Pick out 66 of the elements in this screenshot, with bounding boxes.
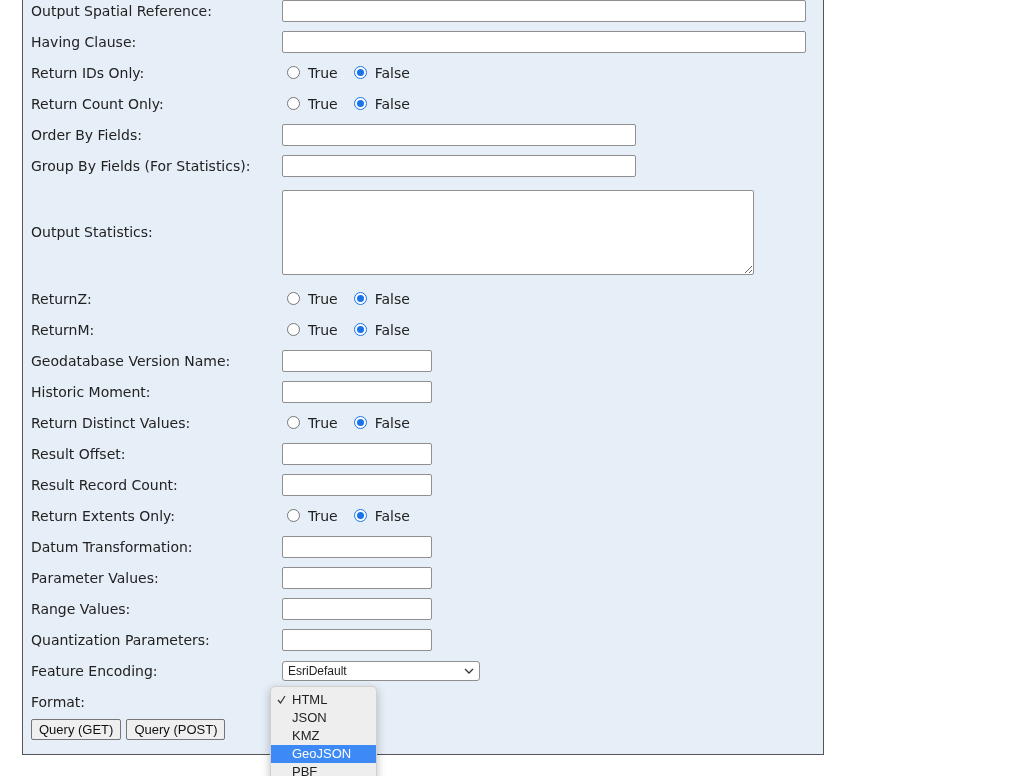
text-field[interactable] — [282, 349, 432, 372]
field-label: Output Spatial Reference: — [31, 2, 212, 19]
text-field[interactable] — [282, 566, 432, 589]
radio-button[interactable] — [353, 97, 367, 110]
field-label: Geodatabase Version Name: — [31, 352, 231, 369]
field-label: Historic Moment: — [31, 383, 151, 400]
menu-item[interactable]: KMZ — [271, 726, 376, 745]
field-label: ReturnM: — [31, 321, 95, 338]
field-label: Return Extents Only: — [31, 507, 175, 524]
radio-label: True — [308, 290, 338, 307]
radio-label: True — [308, 321, 338, 338]
field-label: Having Clause: — [31, 33, 137, 50]
field-label: Format: — [31, 693, 86, 710]
field-label: Datum Transformation: — [31, 538, 193, 555]
radio-button[interactable] — [353, 66, 367, 79]
text-field[interactable] — [282, 380, 432, 403]
radio-button[interactable] — [353, 416, 367, 429]
text-area[interactable] — [282, 189, 754, 275]
menu-item[interactable]: PBF — [271, 762, 376, 776]
dropdown-select[interactable]: EsriDefault — [282, 660, 480, 681]
radio-button[interactable] — [287, 323, 300, 336]
radio-label: False — [374, 290, 410, 307]
radio-label: True — [308, 95, 338, 112]
radio-button[interactable] — [287, 66, 300, 79]
radio-button[interactable] — [353, 292, 367, 305]
radio-label: False — [374, 414, 410, 431]
query-button[interactable]: Query (POST) — [126, 719, 226, 740]
radio-button[interactable] — [353, 323, 367, 336]
radio-button[interactable] — [287, 292, 300, 305]
radio-button[interactable] — [287, 416, 300, 429]
field-label: Output Statistics: — [31, 224, 153, 240]
text-field[interactable] — [282, 442, 432, 465]
radio-label: False — [374, 95, 410, 112]
field-label: Result Record Count: — [31, 476, 178, 493]
text-field[interactable] — [282, 535, 432, 558]
field-label: Result Offset: — [31, 445, 126, 462]
radio-label: False — [374, 321, 410, 338]
radio-label: True — [308, 414, 338, 431]
radio-label: True — [308, 64, 338, 81]
field-label: Return IDs Only: — [31, 64, 145, 81]
text-field[interactable] — [282, 123, 636, 146]
field-label: Group By Fields (For Statistics): — [31, 157, 251, 174]
chevron-down-icon — [464, 667, 474, 674]
field-label: Range Values: — [31, 600, 131, 617]
text-field[interactable] — [282, 597, 432, 620]
radio-button[interactable] — [287, 509, 300, 522]
text-field[interactable] — [282, 0, 806, 22]
radio-label: True — [308, 507, 338, 524]
query-button[interactable]: Query (GET) — [31, 719, 122, 740]
radio-label: False — [374, 507, 410, 524]
radio-button[interactable] — [287, 97, 300, 110]
text-field[interactable] — [282, 154, 636, 177]
field-label: Order By Fields: — [31, 126, 142, 143]
field-label: Return Count Only: — [31, 95, 164, 112]
field-label: ReturnZ: — [31, 290, 92, 307]
radio-label: False — [374, 64, 410, 81]
menu-item[interactable]: JSON — [271, 708, 376, 727]
text-field[interactable] — [282, 30, 806, 53]
field-label: Parameter Values: — [31, 569, 159, 586]
field-label: Feature Encoding: — [31, 662, 158, 679]
menu-item[interactable]: HTML — [271, 690, 376, 709]
text-field[interactable] — [282, 473, 432, 496]
field-label: Return Distinct Values: — [31, 414, 191, 431]
radio-button[interactable] — [353, 509, 367, 522]
text-field[interactable] — [282, 628, 432, 651]
field-label: Quantization Parameters: — [31, 631, 210, 648]
